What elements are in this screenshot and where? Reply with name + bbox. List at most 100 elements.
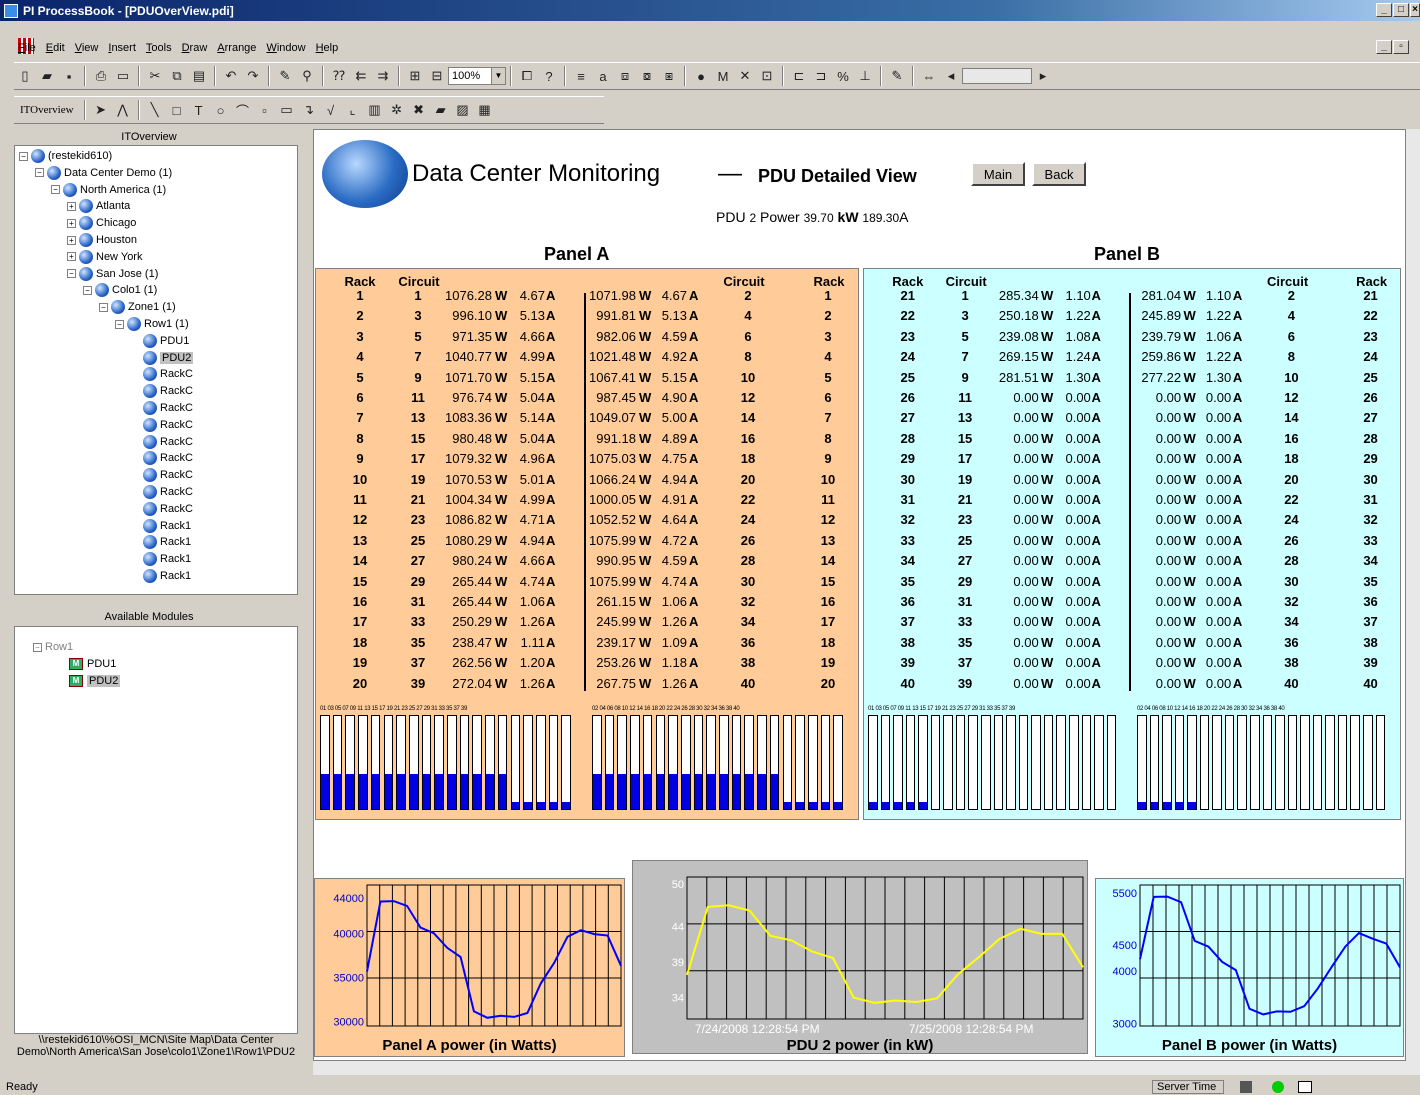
expand-icon[interactable]: + <box>67 235 76 245</box>
minimize-button[interactable]: _ <box>1376 3 1392 17</box>
run-mode-icon[interactable]: ⋀ <box>113 100 133 120</box>
tree-node[interactable]: + Chicago <box>67 215 136 231</box>
tree-node[interactable]: − Row1 (1) <box>115 316 189 332</box>
trend-cursor-icon[interactable]: ⊥ <box>855 66 875 86</box>
help-link-icon[interactable]: ⁇ <box>329 66 349 86</box>
tag-icon[interactable]: ✎ <box>887 66 907 86</box>
menu-insert[interactable]: Insert <box>108 42 136 54</box>
tree-node[interactable]: − Data Center Demo (1) <box>35 165 172 181</box>
copy-icon[interactable]: ⧉ <box>167 66 187 86</box>
tree-node[interactable]: Rack1 <box>131 551 191 567</box>
vertical-scrollbar[interactable] <box>1406 129 1420 1061</box>
bar-chart-tool-icon[interactable]: ▥ <box>365 100 385 120</box>
doc-minimize-button[interactable]: _ <box>1376 40 1392 54</box>
grid-icon[interactable]: ⊞ <box>405 66 425 86</box>
save-icon[interactable]: ▪ <box>59 66 79 86</box>
trend-scale-icon[interactable]: % <box>833 66 853 86</box>
menu-file[interactable]: File <box>18 42 36 54</box>
menu-view[interactable]: View <box>75 42 99 54</box>
menu-tools[interactable]: Tools <box>146 42 172 54</box>
polyline-tool-icon[interactable]: ↴ <box>299 100 319 120</box>
tree-node[interactable]: RackC <box>131 467 193 483</box>
tag-search-icon[interactable]: ✎ <box>275 66 295 86</box>
expand-icon[interactable]: + <box>67 201 76 211</box>
menu-help[interactable]: Help <box>316 42 339 54</box>
tree-node[interactable]: PDU2 <box>131 350 194 366</box>
step-back-icon[interactable]: ⇇ <box>351 66 371 86</box>
tree-node[interactable]: RackC <box>131 450 193 466</box>
tree-node[interactable]: − Colo1 (1) <box>83 282 157 298</box>
symbol-tool-icon[interactable]: ✲ <box>387 100 407 120</box>
order-icon[interactable]: ⧆ <box>659 66 679 86</box>
tree-view[interactable]: − (restekid610) − Data Center Demo (1) − Nort… <box>14 145 298 595</box>
line-tool-icon[interactable]: ╲ <box>145 100 165 120</box>
bar-tool-icon[interactable]: ▭ <box>277 100 297 120</box>
tree-node[interactable]: − (restekid610) <box>19 148 112 164</box>
multistate-tool-icon[interactable]: ✖ <box>409 100 429 120</box>
back-button[interactable]: Back <box>1032 162 1086 186</box>
scroll-left-icon[interactable]: ◂ <box>941 66 961 86</box>
ungroup-icon[interactable]: ⧇ <box>637 66 657 86</box>
fullscreen-icon[interactable]: ⧠ <box>517 66 537 86</box>
tree-node[interactable]: Rack1 <box>131 518 191 534</box>
table-tool-icon[interactable]: ▦ <box>475 100 495 120</box>
menu-edit[interactable]: Edit <box>46 42 65 54</box>
rectangle-tool-icon[interactable]: □ <box>167 100 187 120</box>
collapse-icon[interactable]: − <box>35 168 44 178</box>
print-icon[interactable]: ⎙ <box>91 66 111 86</box>
font-icon[interactable]: a <box>593 66 613 86</box>
tree-node[interactable]: − Zone1 (1) <box>99 299 176 315</box>
select-arrow-icon[interactable]: ➤ <box>91 100 111 120</box>
collapse-icon[interactable]: − <box>67 269 76 279</box>
tree-node[interactable]: PDU1 <box>131 333 189 349</box>
horizontal-scrollbar[interactable] <box>313 1061 1420 1075</box>
time-range-icon[interactable]: ⇔ <box>919 66 939 86</box>
modules-list[interactable]: − Row1 M PDU1 M PDU2 <box>14 626 298 1034</box>
group-icon[interactable]: ⧈ <box>615 66 635 86</box>
maximize-button[interactable]: □ <box>1393 3 1409 17</box>
find-icon[interactable]: ⚲ <box>297 66 317 86</box>
image-tool-icon[interactable]: ▨ <box>453 100 473 120</box>
tree-node[interactable]: − San Jose (1) <box>67 266 158 282</box>
tree-node[interactable]: Rack1 <box>131 534 191 550</box>
tree-node[interactable]: + New York <box>67 249 142 265</box>
open-folder-icon[interactable]: ▰ <box>37 66 57 86</box>
collapse-icon[interactable]: − <box>51 185 60 195</box>
tree-node[interactable]: RackC <box>131 484 193 500</box>
collapse-icon[interactable]: − <box>99 302 108 312</box>
mode-icon[interactable]: M <box>713 66 733 86</box>
cut-icon[interactable]: ✂ <box>145 66 165 86</box>
menu-window[interactable]: Window <box>266 42 305 54</box>
doc-restore-button[interactable]: ▫ <box>1393 40 1409 54</box>
menu-draw[interactable]: Draw <box>182 42 208 54</box>
close-button[interactable]: × <box>1410 3 1420 17</box>
tree-node[interactable]: RackC <box>131 400 193 416</box>
tree-node[interactable]: RackC <box>131 417 193 433</box>
tree-node[interactable]: + Houston <box>67 232 137 248</box>
tree-node[interactable]: + Atlanta <box>67 198 130 214</box>
module-item-pdu1[interactable]: M PDU1 <box>69 656 116 672</box>
modules-root[interactable]: − Row1 <box>33 639 73 655</box>
main-button[interactable]: Main <box>971 162 1025 186</box>
collapse-icon[interactable]: − <box>115 319 124 329</box>
tree-node[interactable]: Rack1 <box>131 568 191 584</box>
ellipse-tool-icon[interactable]: ○ <box>211 100 231 120</box>
align-icon[interactable]: ≡ <box>571 66 591 86</box>
tree-node[interactable]: RackC <box>131 366 193 382</box>
time-slider[interactable] <box>962 68 1032 84</box>
tree-node[interactable]: RackC <box>131 434 193 450</box>
collapse-icon[interactable]: − <box>19 151 28 161</box>
tree-node[interactable]: − North America (1) <box>51 182 166 198</box>
step-forward-icon[interactable]: ⇉ <box>373 66 393 86</box>
collapse-icon[interactable]: − <box>83 285 92 295</box>
redo-icon[interactable]: ↷ <box>243 66 263 86</box>
text-tool-icon[interactable]: T <box>189 100 209 120</box>
trend-time-icon[interactable]: ⊐ <box>811 66 831 86</box>
zoom-select[interactable]: 100% ▼ <box>448 67 506 85</box>
value-tool-icon[interactable]: ▫ <box>255 100 275 120</box>
whats-this-icon[interactable]: ? <box>539 66 559 86</box>
tree-node[interactable]: RackC <box>131 501 193 517</box>
trend-tool-icon[interactable]: √ <box>321 100 341 120</box>
properties-icon[interactable]: ⊡ <box>757 66 777 86</box>
tree-node[interactable]: RackC <box>131 383 193 399</box>
